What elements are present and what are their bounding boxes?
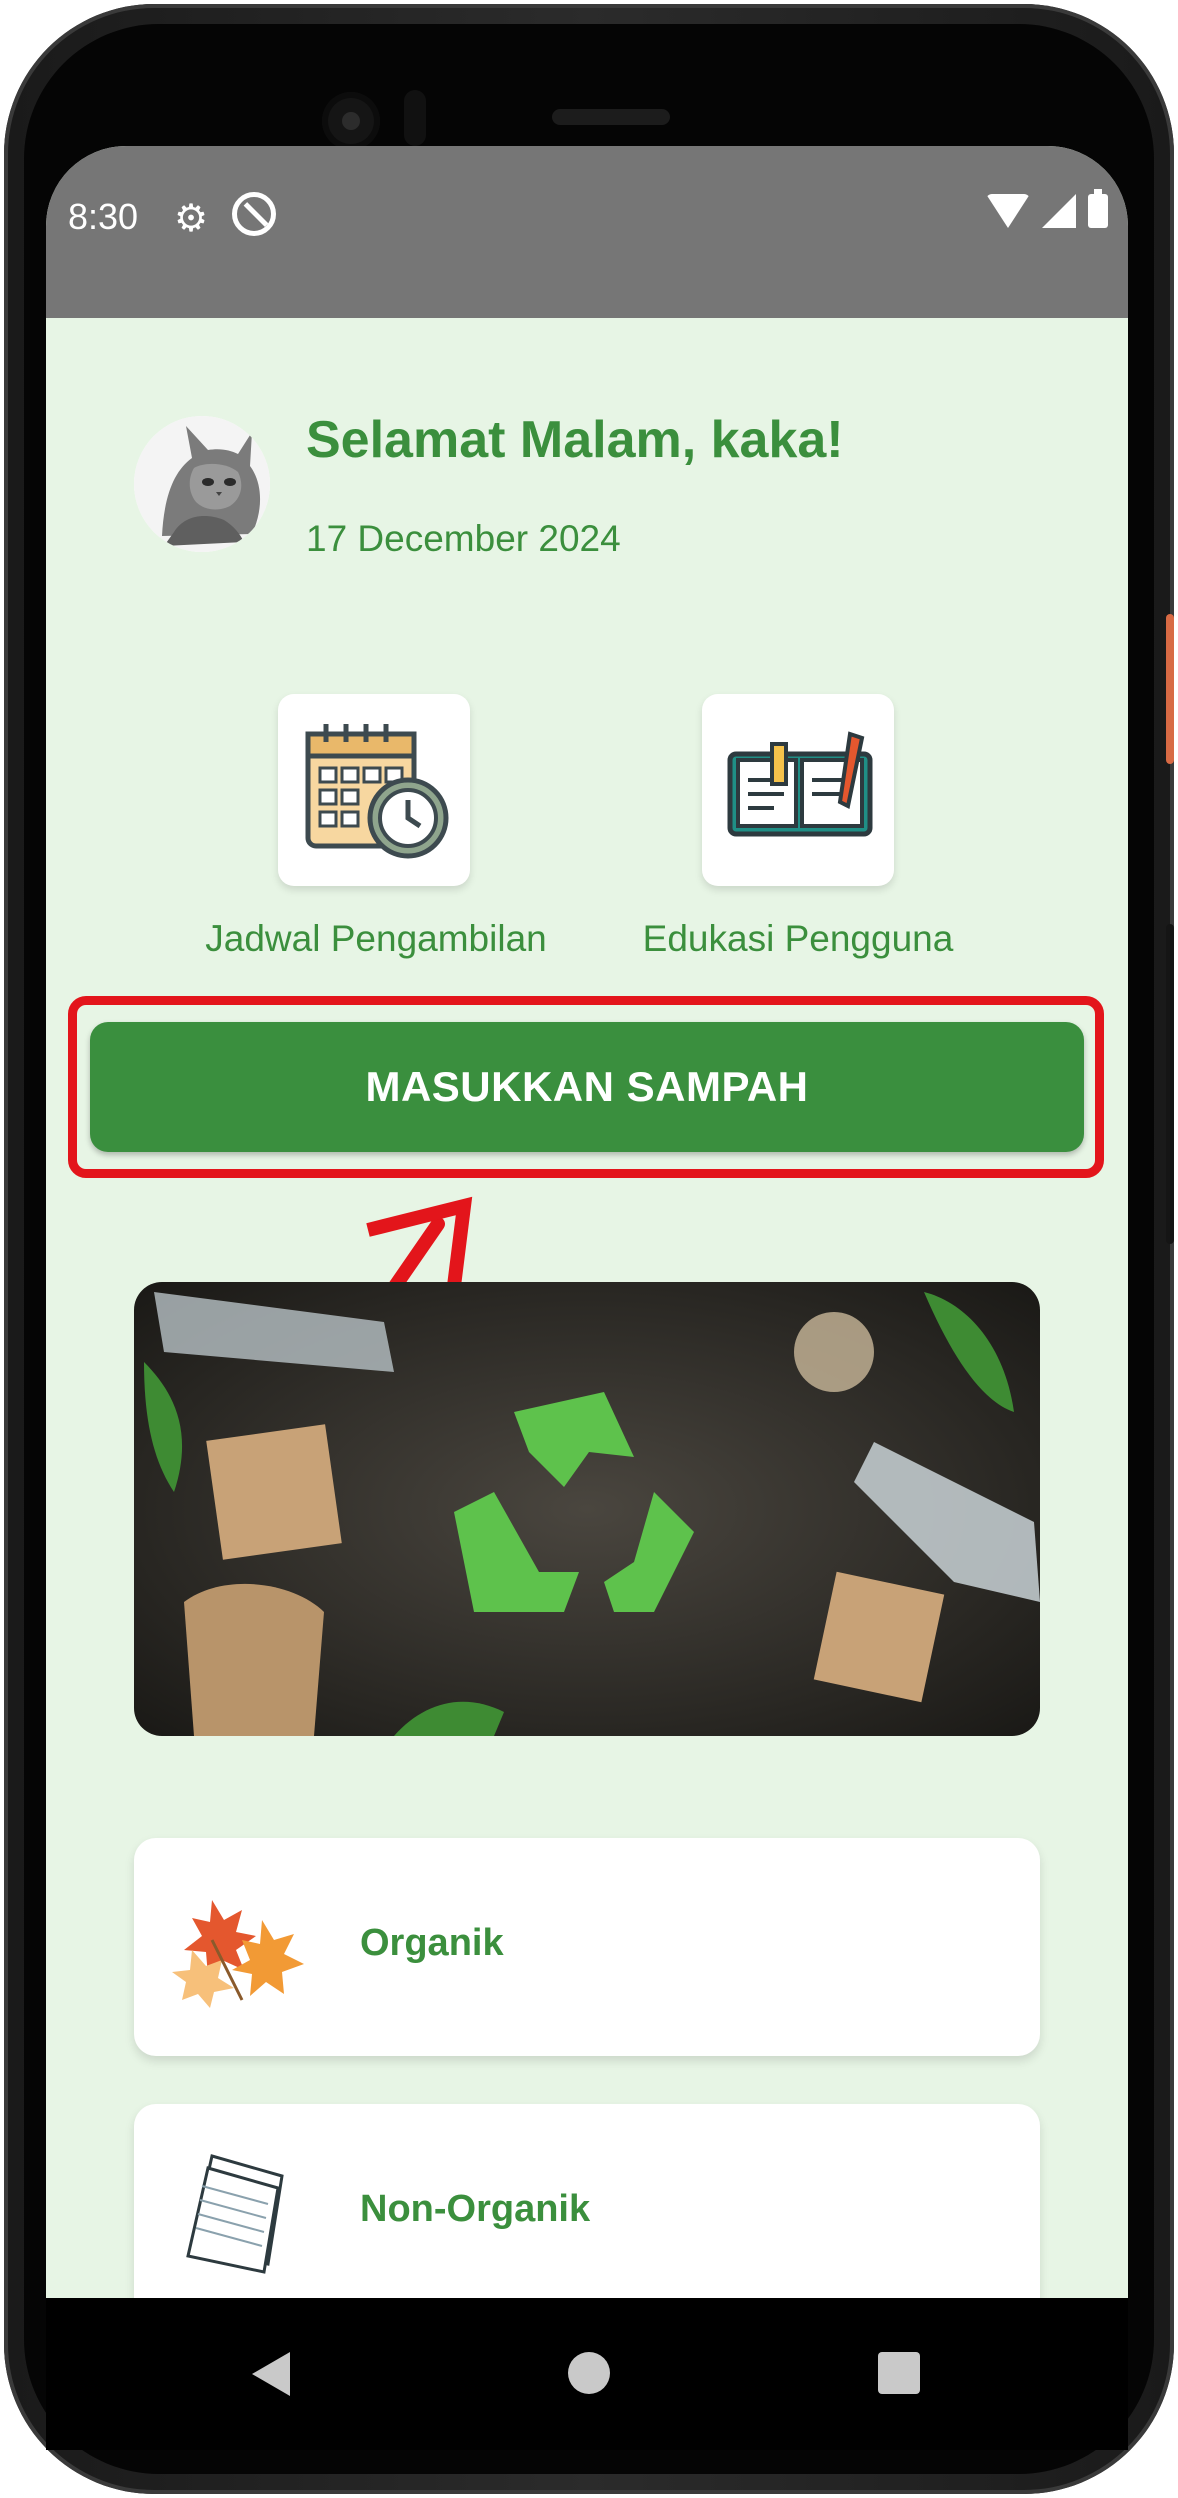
category-non-organik[interactable]: Non-Organik bbox=[134, 2104, 1040, 2298]
education-menu-label: Edukasi Pengguna bbox=[642, 918, 954, 959]
wifi-icon bbox=[986, 194, 1030, 228]
status-icons bbox=[986, 189, 1108, 228]
settings-gear-icon: ⚙ bbox=[174, 198, 209, 240]
system-nav-bar bbox=[46, 2298, 1128, 2450]
greeting-title: Selamat Malam, kaka! bbox=[306, 411, 844, 469]
recycle-banner-illustration bbox=[134, 1282, 1040, 1736]
front-camera bbox=[322, 92, 380, 150]
app-screen: 8:30 ⚙ Selamat Malam, kaka! 17 December … bbox=[46, 146, 1128, 2298]
paper-stack-icon bbox=[186, 2154, 284, 2274]
open-book-icon bbox=[727, 731, 873, 837]
education-menu-button[interactable] bbox=[702, 694, 894, 886]
category-organik-label: Organik bbox=[360, 1922, 504, 1964]
schedule-menu-label: Jadwal Pengambilan bbox=[205, 918, 547, 959]
category-organik[interactable]: Organik bbox=[134, 1838, 1040, 2056]
power-button bbox=[1166, 614, 1174, 764]
battery-icon bbox=[1088, 189, 1108, 228]
calendar-clock-icon bbox=[305, 724, 449, 859]
recents-square-icon[interactable] bbox=[878, 2352, 920, 2394]
current-date: 17 December 2024 bbox=[306, 518, 621, 559]
schedule-menu-button[interactable] bbox=[278, 694, 470, 886]
submit-waste-button[interactable]: MASUKKAN SAMPAH bbox=[90, 1022, 1084, 1152]
avatar[interactable] bbox=[134, 416, 270, 552]
recycle-banner-image bbox=[134, 1282, 1040, 1736]
earpiece-speaker bbox=[552, 109, 670, 125]
back-triangle-icon[interactable] bbox=[252, 2352, 290, 2396]
status-time: 8:30 bbox=[68, 196, 139, 237]
cell-signal-icon bbox=[1042, 194, 1076, 228]
cat-avatar-icon bbox=[134, 416, 270, 552]
volume-button bbox=[1166, 924, 1174, 1244]
data-saver-icon bbox=[232, 192, 276, 236]
autumn-leaves-icon bbox=[172, 1900, 304, 2008]
status-bar: 8:30 ⚙ bbox=[46, 146, 1128, 318]
home-circle-icon[interactable] bbox=[568, 2352, 610, 2394]
category-non-organik-label: Non-Organik bbox=[360, 2188, 591, 2230]
proximity-sensor bbox=[404, 90, 426, 146]
